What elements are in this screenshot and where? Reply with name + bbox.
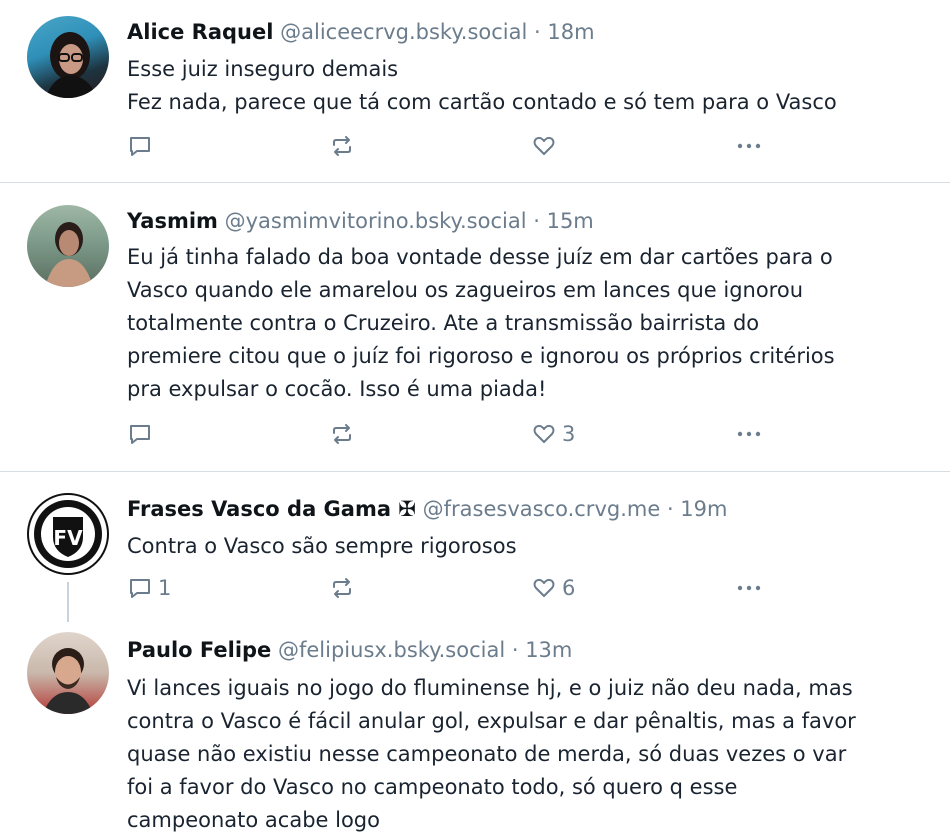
repost-icon [333, 578, 351, 598]
post-text: Esse juiz inseguro demais Fez nada, pare… [127, 53, 937, 119]
post-text-line: premiere citou que o juíz foi rigoroso e… [127, 344, 835, 368]
author-handle[interactable]: @felipiusx.bsky.social [278, 638, 505, 662]
post-text-line: Eu já tinha falado da boa vontade desse … [127, 245, 833, 269]
thread-line [67, 582, 69, 622]
reply-count: 1 [158, 576, 172, 600]
avatar[interactable] [27, 16, 109, 98]
repost-icon [333, 424, 351, 444]
like-icon [533, 578, 555, 597]
repost-button[interactable] [329, 421, 355, 447]
post-text: Contra o Vasco são sempre rigorosos [127, 530, 937, 563]
post-text-line: Contra o Vasco são sempre rigorosos [127, 534, 517, 558]
avatar-logo-text: FV [53, 526, 83, 550]
author-name[interactable]: Frases Vasco da Gama ✠ [127, 497, 416, 521]
post-text-line: Fez nada, parece que tá com cartão conta… [127, 90, 837, 114]
repost-button[interactable] [329, 133, 355, 159]
post-time[interactable]: · 13m [512, 638, 573, 662]
post-text: Vi lances iguais no jogo do fluminense h… [127, 672, 937, 837]
repost-button[interactable] [329, 575, 355, 601]
post-time[interactable]: · 19m [667, 497, 728, 521]
like-button[interactable] [531, 133, 562, 159]
reply-icon [130, 579, 150, 598]
like-icon [533, 424, 555, 443]
reply-icon [130, 137, 150, 156]
author-handle[interactable]: @frasesvasco.crvg.me [423, 497, 661, 521]
post-text-line: Vi lances iguais no jogo do fluminense h… [127, 676, 853, 700]
more-icon [737, 585, 761, 591]
post-text-line: totalmente contra o Cruzeiro. Ate a tran… [127, 311, 760, 335]
post-text: Eu já tinha falado da boa vontade desse … [127, 241, 937, 406]
avatar[interactable]: FV [27, 493, 109, 575]
post-text-line: contra o Vasco é fácil anular gol, expul… [127, 709, 856, 733]
author-handle[interactable]: @yasmimvitorino.bsky.social [225, 209, 527, 233]
like-button[interactable]: 3 [531, 421, 575, 447]
reply-icon [130, 425, 150, 444]
post-text-line: Esse juiz inseguro demais [127, 57, 399, 81]
post-text-line: foi a favor do Vasco no campeonato todo,… [127, 775, 738, 799]
post-text-line: quase não existiu nesse campeonato de me… [127, 742, 847, 766]
more-button[interactable] [735, 133, 763, 159]
reply-button[interactable] [127, 133, 158, 159]
post-alice[interactable]: Alice Raquel @aliceecrvg.bsky.social · 1… [0, 0, 950, 182]
post-text-line: pra expulsar o cocão. Isso é uma piada! [127, 377, 547, 401]
like-icon [533, 136, 555, 155]
post-text-line: Vasco quando ele amarelou os zagueiros e… [127, 278, 804, 302]
more-icon [737, 431, 761, 437]
reply-button[interactable] [127, 421, 158, 447]
post-header: Paulo Felipe @felipiusx.bsky.social · 13… [127, 638, 572, 662]
post-header: Yasmim @yasmimvitorino.bsky.social · 15m [127, 209, 594, 233]
author-name[interactable]: Paulo Felipe [127, 638, 271, 662]
post-header: Frases Vasco da Gama ✠ @frasesvasco.crvg… [127, 497, 727, 521]
post-time[interactable]: · 18m [534, 20, 595, 44]
like-count: 6 [562, 576, 576, 600]
post-header: Alice Raquel @aliceecrvg.bsky.social · 1… [127, 20, 595, 44]
post-time[interactable]: · 15m [533, 209, 594, 233]
more-button[interactable] [735, 575, 763, 601]
post-yasmim[interactable]: Yasmim @yasmimvitorino.bsky.social · 15m… [0, 183, 950, 471]
avatar[interactable] [27, 632, 109, 714]
repost-icon [333, 136, 351, 156]
reply-button[interactable]: 1 [127, 575, 171, 601]
post-paulo[interactable]: Paulo Felipe @felipiusx.bsky.social · 13… [0, 622, 950, 832]
post-text-line: campeonato acabe logo [127, 808, 380, 832]
like-button[interactable]: 6 [531, 575, 575, 601]
more-icon [737, 143, 761, 149]
more-button[interactable] [735, 421, 763, 447]
author-name[interactable]: Alice Raquel [127, 20, 273, 44]
author-name[interactable]: Yasmim [127, 209, 218, 233]
author-handle[interactable]: @aliceecrvg.bsky.social [280, 20, 527, 44]
avatar[interactable] [27, 205, 109, 287]
like-count: 3 [562, 422, 576, 446]
post-frases-vasco[interactable]: FV Frases Vasco da Gama ✠ @frasesvasco.c… [0, 472, 950, 622]
